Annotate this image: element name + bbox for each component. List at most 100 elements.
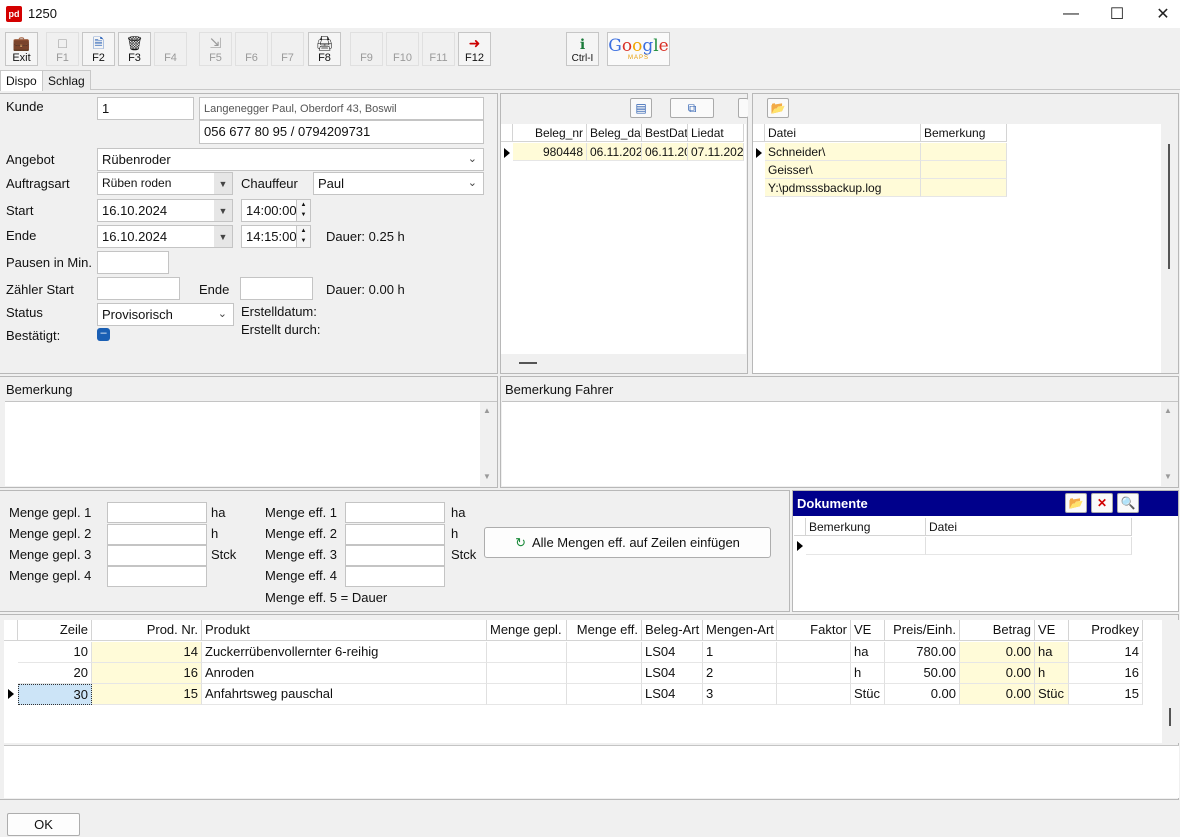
- cell-preis[interactable]: 50.00: [885, 663, 960, 684]
- col-betrag-header[interactable]: Betrag: [960, 620, 1035, 641]
- ctrl-i-button[interactable]: ℹ Ctrl-I: [566, 32, 599, 66]
- cell-zeile[interactable]: 10: [18, 642, 92, 663]
- f7-button[interactable]: F7: [271, 32, 304, 66]
- angebot-select[interactable]: Rübenroder ⌄: [97, 148, 484, 171]
- cell-betrag[interactable]: 0.00: [960, 684, 1035, 705]
- menge-gepl-2-input[interactable]: [107, 524, 207, 545]
- col-faktor-header[interactable]: Faktor: [777, 620, 851, 641]
- datei-cell[interactable]: Y:\pdmsssbackup.log: [765, 179, 921, 197]
- col-menge-eff-header[interactable]: Menge eff.: [567, 620, 642, 641]
- cell-ve2[interactable]: h: [1035, 663, 1069, 684]
- vertical-scrollbar[interactable]: ▲ ▼: [1161, 402, 1178, 487]
- cell-zeile[interactable]: 20: [18, 663, 92, 684]
- cell-menge-eff[interactable]: [567, 642, 642, 663]
- bemerkung-header[interactable]: Bemerkung: [921, 124, 1007, 142]
- menge-eff-4-input[interactable]: [345, 566, 445, 587]
- cell-ve2[interactable]: Stüc: [1035, 684, 1069, 705]
- menge-gepl-1-input[interactable]: [107, 502, 207, 523]
- dokumente-delete-button[interactable]: ✕: [1091, 493, 1113, 513]
- cell-menge-eff[interactable]: [567, 663, 642, 684]
- exit-button[interactable]: 💼 Exit: [5, 32, 38, 66]
- spinner-icon[interactable]: ▲ ▼: [296, 226, 310, 247]
- kunde-input[interactable]: 1: [97, 97, 194, 120]
- col-produkt-header[interactable]: Produkt: [202, 620, 487, 641]
- dok-datei-header[interactable]: Datei: [926, 518, 1132, 536]
- beleg-nr-cell[interactable]: 980448: [513, 143, 587, 161]
- f6-button[interactable]: F6: [235, 32, 268, 66]
- col-zeile-header[interactable]: Zeile: [18, 620, 92, 641]
- datei-cell[interactable]: Geisser\: [765, 161, 921, 179]
- open-folder-button[interactable]: 📂: [767, 98, 789, 118]
- col-ve2-header[interactable]: VE: [1035, 620, 1069, 641]
- start-date-picker[interactable]: 16.10.2024 ▼: [97, 199, 233, 222]
- beleg-dat-cell[interactable]: 06.11.2023: [587, 143, 642, 161]
- cell-produkt[interactable]: Anfahrtsweg pauschal: [202, 684, 487, 705]
- cell-mengen-art[interactable]: 1: [703, 642, 777, 663]
- datei-cell[interactable]: Schneider\: [765, 143, 921, 161]
- cell-beleg-art[interactable]: LS04: [642, 642, 703, 663]
- col-beleg-art-header[interactable]: Beleg-Art: [642, 620, 703, 641]
- menge-eff-2-input[interactable]: [345, 524, 445, 545]
- dok-bemerkung-header[interactable]: Bemerkung: [806, 518, 926, 536]
- beleg-nr-header[interactable]: Beleg_nr: [513, 124, 587, 142]
- minimize-button[interactable]: —: [1048, 0, 1094, 28]
- hidden-toolbar-button[interactable]: [738, 98, 748, 118]
- cell-betrag[interactable]: 0.00: [960, 642, 1035, 663]
- scroll-up-icon[interactable]: ▲: [483, 406, 491, 415]
- bemerkung-fahrer-textarea[interactable]: ▲ ▼: [502, 401, 1178, 487]
- menge-eff-3-input[interactable]: [345, 545, 445, 566]
- ende-date-picker[interactable]: 16.10.2024 ▼: [97, 225, 233, 248]
- ok-button[interactable]: OK: [7, 813, 80, 836]
- cell-zeile[interactable]: 30: [18, 684, 92, 705]
- cell-prodnr[interactable]: 16: [92, 663, 202, 684]
- liedat-header[interactable]: Liedat: [688, 124, 744, 142]
- chauffeur-select[interactable]: Paul ⌄: [313, 172, 484, 195]
- vertical-scrollbar[interactable]: ▲ ▼: [480, 402, 497, 487]
- cell-preis[interactable]: 0.00: [885, 684, 960, 705]
- scroll-thumb[interactable]: [1169, 708, 1171, 726]
- f4-button[interactable]: F4: [154, 32, 187, 66]
- cell-prodnr[interactable]: 14: [92, 642, 202, 663]
- spinner-icon[interactable]: ▲ ▼: [296, 200, 310, 221]
- cell-menge-gepl[interactable]: [487, 642, 567, 663]
- google-maps-button[interactable]: Google MAPS: [607, 32, 670, 66]
- cell-ve[interactable]: Stüc: [851, 684, 885, 705]
- f1-button[interactable]: □ F1: [46, 32, 79, 66]
- cell-faktor[interactable]: [777, 663, 851, 684]
- auftragsart-select[interactable]: Rüben roden ▼: [97, 172, 233, 195]
- cell-beleg-art[interactable]: LS04: [642, 663, 703, 684]
- apply-mengen-button[interactable]: ↻ Alle Mengen eff. auf Zeilen einfügen: [484, 527, 771, 558]
- dokumente-preview-button[interactable]: 🔍: [1117, 493, 1139, 513]
- menge-gepl-4-input[interactable]: [107, 566, 207, 587]
- f12-button[interactable]: ➜ F12: [458, 32, 491, 66]
- zaehler-start-input[interactable]: [97, 277, 180, 300]
- vertical-scrollbar[interactable]: [1162, 620, 1179, 743]
- col-menge-gepl-header[interactable]: Menge gepl.: [487, 620, 567, 641]
- status-select[interactable]: Provisorisch ⌄: [97, 303, 234, 326]
- dok-datei-cell[interactable]: [926, 537, 1132, 555]
- f3-button[interactable]: 🗑 F3: [118, 32, 151, 66]
- cell-menge-gepl[interactable]: [487, 684, 567, 705]
- scroll-thumb[interactable]: [1168, 144, 1170, 269]
- cell-prodkey[interactable]: 16: [1069, 663, 1143, 684]
- cell-ve[interactable]: h: [851, 663, 885, 684]
- cell-prodnr[interactable]: 15: [92, 684, 202, 705]
- cell-prodkey[interactable]: 14: [1069, 642, 1143, 663]
- menge-gepl-3-input[interactable]: [107, 545, 207, 566]
- col-mengen-art-header[interactable]: Mengen-Art: [703, 620, 777, 641]
- bemerkung-cell[interactable]: [921, 161, 1007, 179]
- cell-ve[interactable]: ha: [851, 642, 885, 663]
- f11-button[interactable]: F11: [422, 32, 455, 66]
- horizontal-scrollbar[interactable]: [501, 354, 746, 373]
- f5-button[interactable]: ⇲ F5: [199, 32, 232, 66]
- dok-bemerkung-cell[interactable]: [806, 537, 926, 555]
- scroll-thumb[interactable]: [519, 362, 537, 364]
- ende-time-input[interactable]: 14:15:00 ▲ ▼: [241, 225, 311, 248]
- pausen-input[interactable]: [97, 251, 169, 274]
- tab-dispo[interactable]: Dispo: [0, 70, 43, 91]
- cell-menge-eff[interactable]: [567, 684, 642, 705]
- f2-button[interactable]: 🗎 F2: [82, 32, 115, 66]
- bemerkung-cell[interactable]: [921, 179, 1007, 197]
- list-view-button[interactable]: ▤: [630, 98, 652, 118]
- cell-menge-gepl[interactable]: [487, 663, 567, 684]
